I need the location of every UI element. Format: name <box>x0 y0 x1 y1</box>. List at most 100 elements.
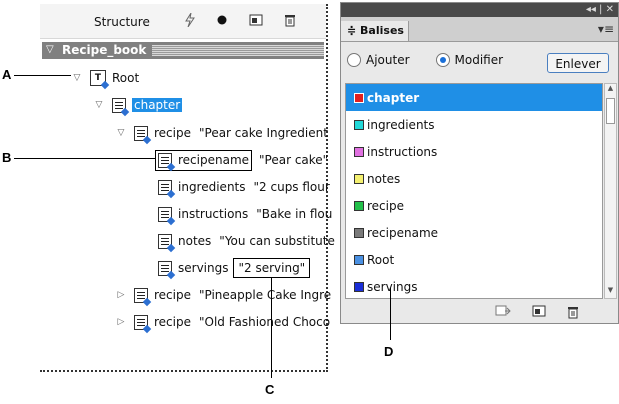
tree-row-recipe[interactable]: ▷ recipe "Old Fashioned Choco <box>114 313 330 331</box>
tree-row-chapter[interactable]: ▽ chapter <box>92 96 190 114</box>
root-bar-hatch <box>152 45 324 56</box>
scroll-thumb[interactable] <box>606 98 615 124</box>
expanded-triangle-icon[interactable]: ▽ <box>114 128 128 138</box>
panel-tab-row: ≑ Balises ▾≡ <box>341 17 618 42</box>
element-icon <box>158 179 172 195</box>
tree-element-name: recipename <box>178 153 250 167</box>
enlever-button[interactable]: Enlever <box>547 53 609 73</box>
tree-element-name: chapter <box>132 98 183 112</box>
element-icon <box>134 314 148 330</box>
balises-panel: ◂◂ | ✕ ≑ Balises ▾≡ Ajouter Modifier Enl… <box>340 2 619 324</box>
structure-pane: Structure ▽ Recipe_book ▽ T Root ▽ chapt… <box>40 4 335 372</box>
tag-color-swatch <box>354 173 364 184</box>
panel-menu-icon[interactable]: ▾≡ <box>598 22 614 36</box>
panel-titlebar: ◂◂ | ✕ <box>341 3 618 17</box>
tag-item-recipe[interactable]: recipe <box>346 192 602 219</box>
scroll-down-icon[interactable]: ▼ <box>605 286 616 298</box>
tree-element-value: "Bake in flou <box>256 207 333 221</box>
element-icon <box>158 260 172 276</box>
tag-item-chapter[interactable]: chapter <box>346 84 602 111</box>
expanded-triangle-icon[interactable]: ▽ <box>70 73 84 83</box>
tag-item-notes[interactable]: notes <box>346 165 602 192</box>
tree-element-value: "Pear cake Ingredient <box>198 126 328 140</box>
element-icon <box>158 233 172 249</box>
tab-balises[interactable]: ≑ Balises <box>341 21 409 41</box>
tag-color-swatch <box>354 119 364 130</box>
expanded-triangle-icon[interactable]: ▽ <box>92 100 106 110</box>
callout-b-label: B <box>2 150 12 165</box>
tree-row-recipename[interactable]: recipename "Pear cake" <box>154 149 328 171</box>
highlight-box-b: recipename <box>154 149 253 171</box>
root-tag-icon: T <box>90 70 110 90</box>
element-icon <box>158 152 172 168</box>
callout-c-label: C <box>265 382 275 397</box>
tree-row-ingredients[interactable]: ingredients "2 cups flour <box>158 178 330 196</box>
element-icon <box>158 206 172 222</box>
element-icon <box>134 287 148 303</box>
tree-element-value: "Pineapple Cake Ingre <box>198 288 332 302</box>
radio-modifier-label: Modifier <box>454 53 504 67</box>
root-bar[interactable]: ▽ Recipe_book <box>42 42 324 59</box>
structure-toolbar: Structure <box>40 4 326 39</box>
radio-ajouter-label: Ajouter <box>366 53 410 67</box>
tag-item-servings[interactable]: servings <box>346 273 602 298</box>
trash-icon[interactable] <box>282 12 298 28</box>
tag-color-swatch <box>354 200 364 211</box>
tag-item-label: ingredients <box>367 117 435 132</box>
new-tag-icon[interactable] <box>531 305 547 319</box>
callout-a-label: A <box>2 67 12 82</box>
collapse-triangle-icon[interactable]: ▽ <box>46 44 54 55</box>
tree-element-name: instructions <box>178 207 249 221</box>
tag-item-root[interactable]: Root <box>346 246 602 273</box>
tag-color-swatch <box>354 227 364 238</box>
tag-item-label: instructions <box>367 144 438 159</box>
collapsed-triangle-icon[interactable]: ▷ <box>114 290 128 300</box>
tree-element-name: recipe <box>154 315 191 329</box>
callout-b-line <box>14 158 155 159</box>
tree-row-notes[interactable]: notes "You can substitute <box>158 232 335 250</box>
tag-item-label: recipe <box>367 198 404 213</box>
collapsed-triangle-icon[interactable]: ▷ <box>114 317 128 327</box>
tag-list-scrollbar[interactable]: ▲ ▼ <box>604 83 617 299</box>
tree-element-value: "2 cups flour <box>253 180 330 194</box>
callout-a-line <box>14 75 71 76</box>
callout-d-line <box>390 288 391 340</box>
element-icon <box>134 125 148 141</box>
load-tags-icon[interactable] <box>495 305 511 319</box>
tag-item-label: Root <box>367 252 395 267</box>
tag-item-label: chapter <box>367 90 420 105</box>
tree-element-name: notes <box>178 234 212 248</box>
new-element-icon[interactable] <box>248 12 264 28</box>
tree-element-value: "2 serving" <box>233 258 311 278</box>
tree-row-instructions[interactable]: instructions "Bake in flou <box>158 205 332 223</box>
radio-ajouter[interactable] <box>347 53 361 67</box>
structure-title: Structure <box>94 15 150 29</box>
tag-item-label: notes <box>367 171 401 186</box>
tab-sort-icon: ≑ <box>347 24 361 37</box>
tag-color-swatch <box>354 92 364 103</box>
tree-element-value: "You can substitute <box>219 234 335 248</box>
panel-collapse-icon[interactable]: ◂◂ | ✕ <box>586 3 614 17</box>
tree-element-value: "Old Fashioned Choco <box>198 315 331 329</box>
tree-element-name: Root <box>112 71 140 85</box>
scroll-up-icon[interactable]: ▲ <box>605 84 616 96</box>
attribute-dot-icon[interactable] <box>214 12 230 28</box>
tag-color-swatch <box>354 146 364 157</box>
tree-row-recipe[interactable]: ▽ recipe "Pear cake Ingredient <box>114 124 328 142</box>
tag-color-swatch <box>354 254 364 265</box>
tag-item-instructions[interactable]: instructions <box>346 138 602 165</box>
tag-item-recipename[interactable]: recipename <box>346 219 602 246</box>
tree-element-name: ingredients <box>178 180 246 194</box>
tree-row-root[interactable]: ▽ T Root <box>70 69 147 90</box>
element-icon <box>112 97 126 113</box>
tag-item-ingredients[interactable]: ingredients <box>346 111 602 138</box>
tag-item-label: servings <box>367 279 418 294</box>
delete-tag-icon[interactable] <box>565 305 581 319</box>
tree-row-servings[interactable]: servings "2 serving" <box>158 258 311 278</box>
tag-color-swatch <box>354 281 364 292</box>
lightning-icon[interactable] <box>182 12 198 28</box>
tag-item-label: recipename <box>367 225 439 240</box>
callout-d-label: D <box>384 344 394 359</box>
radio-modifier[interactable] <box>435 53 450 67</box>
tree-row-recipe[interactable]: ▷ recipe "Pineapple Cake Ingre <box>114 286 331 304</box>
